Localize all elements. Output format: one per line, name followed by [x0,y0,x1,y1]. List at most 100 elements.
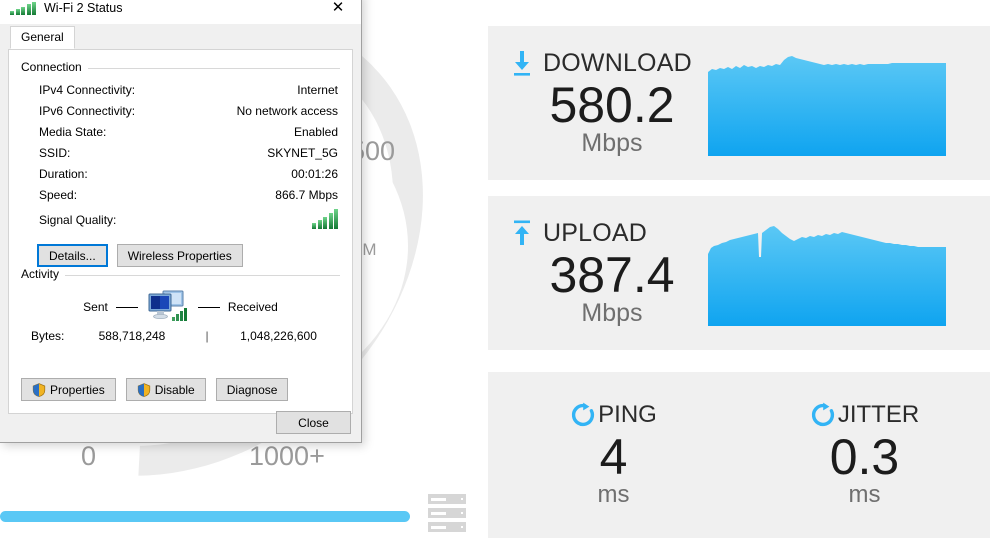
dialog-title: Wi-Fi 2 Status [44,1,123,15]
sent-dash [115,306,138,308]
tabstrip: General [8,26,353,50]
upload-metric: UPLOAD 387.4 Mbps [488,219,708,328]
table-row: SSID: SKYNET_5G [23,143,338,162]
download-label: DOWNLOAD [543,48,692,77]
row-key: SSID: [39,145,71,160]
row-value: SKYNET_5G [267,145,338,160]
diagnose-button[interactable]: Diagnose [215,378,289,401]
dialog-footer: Close [276,411,351,434]
activity-grid: Sent Received Bytes: 588,718,248 | 1,048… [21,289,340,343]
ping-value: 4 [599,428,628,485]
ping-header: PING [570,401,657,429]
bytes-row: Bytes: 588,718,248 | 1,048,226,600 [21,329,340,343]
wifi-signal-icon [10,1,36,15]
connection-group-label: Connection [21,60,88,74]
connection-button-row: Details... Wireless Properties [21,244,340,267]
close-icon[interactable]: ✕ [315,0,361,22]
disable-button[interactable]: Disable [125,378,206,401]
row-value: 00:01:26 [291,166,338,181]
download-header: DOWNLOAD [510,49,708,78]
server-stack-icon [428,494,466,532]
activity-group: Activity Sent Received Bytes: 588,718,24… [21,267,340,343]
close-button[interactable]: Close [276,411,351,434]
connection-group: Connection IPv4 Connectivity: Internet I… [21,60,340,267]
details-button[interactable]: Details... [37,244,108,267]
wifi-status-dialog: Wi-Fi 2 Status ✕ General Connection IPv4… [0,0,362,443]
ping-metric: PING 4 ms [488,401,739,510]
properties-button[interactable]: Properties [21,378,116,401]
row-key: Speed: [39,187,78,202]
activity-group-head: Activity [21,267,340,281]
two-monitors-icon [148,290,187,321]
download-result-panel: DOWNLOAD 580.2 Mbps [488,26,990,180]
bytes-received-value: 1,048,226,600 [240,329,317,343]
bytes-sent-value: 588,718,248 [98,329,166,343]
gauge-min-label: 0 [81,441,97,471]
ping-unit: ms [597,481,630,509]
row-value: Internet [297,82,338,97]
signal-quality-value [189,206,338,234]
refresh-spin-icon [572,402,595,426]
jitter-metric: JITTER 0.3 ms [739,401,990,510]
connection-details-table: IPv4 Connectivity: Internet IPv6 Connect… [21,78,340,236]
dialog-body: General Connection IPv4 Connectivity: In… [0,26,361,414]
latency-row: PING 4 ms JITTER 0.3 ms [488,401,990,510]
shield-icon [32,382,46,397]
screen: 0 500 1000+ TM DOWNLOAD 580.2 Mbps UPLOA… [0,0,990,545]
upload-unit: Mbps [581,298,643,327]
table-row: Duration: 00:01:26 [23,164,338,183]
download-arrow-icon [514,51,530,76]
received-label: Received [227,300,278,314]
table-row: Speed: 866.7 Mbps [23,185,338,204]
bytes-separator: | [205,329,209,343]
table-row: IPv6 Connectivity: No network access [23,101,338,120]
activity-group-label: Activity [21,267,66,281]
row-key: Duration: [39,166,88,181]
wireless-properties-button[interactable]: Wireless Properties [116,244,243,267]
shield-icon [137,382,150,397]
table-row: Media State: Enabled [23,122,338,141]
signal-quality-label: Signal Quality: [39,213,117,227]
table-row: IPv4 Connectivity: Internet [23,80,338,99]
jitter-value: 0.3 [829,428,900,485]
row-key: IPv4 Connectivity: [39,82,136,97]
jitter-header: JITTER [810,401,919,429]
ping-label: PING [598,400,657,428]
gauge-max-label: 1000+ [249,441,325,471]
tab-general[interactable]: General [10,26,75,49]
test-progress-bar [0,511,410,522]
bytes-label: Bytes: [31,329,65,343]
received-dash [197,306,220,308]
properties-button-label: Properties [50,382,105,397]
download-metric: DOWNLOAD 580.2 Mbps [488,49,708,158]
tab-page-general: Connection IPv4 Connectivity: Internet I… [8,50,353,414]
row-key: Media State: [39,124,107,139]
dialog-titlebar[interactable]: Wi-Fi 2 Status ✕ [0,0,361,24]
row-value: No network access [236,103,338,118]
row-key: IPv6 Connectivity: [39,103,136,118]
upload-header: UPLOAD [510,219,708,248]
signal-strength-icon [312,208,338,229]
download-graph [708,55,946,156]
upload-graph [708,225,946,326]
signal-quality-row: Signal Quality: [23,206,338,234]
sent-received-row: Sent Received [21,289,340,325]
download-value: 580.2 [549,76,675,133]
latency-result-panel: PING 4 ms JITTER 0.3 ms [488,372,990,538]
upload-label: UPLOAD [543,218,648,247]
disable-button-label: Disable [154,382,195,397]
refresh-spin-icon [811,402,834,426]
download-unit: Mbps [581,128,643,157]
activity-group-rule [21,275,340,276]
connection-group-head: Connection [21,60,340,74]
jitter-label: JITTER [837,400,920,428]
row-value: Enabled [293,124,338,139]
jitter-unit: ms [848,481,881,509]
action-button-row: Properties Disable Diagnose [21,378,289,401]
row-value: 866.7 Mbps [275,187,338,202]
upload-result-panel: UPLOAD 387.4 Mbps [488,196,990,350]
upload-value: 387.4 [549,246,675,303]
test-progress-fill [0,511,410,522]
upload-arrow-icon [514,220,530,245]
sent-label: Sent [83,300,108,314]
